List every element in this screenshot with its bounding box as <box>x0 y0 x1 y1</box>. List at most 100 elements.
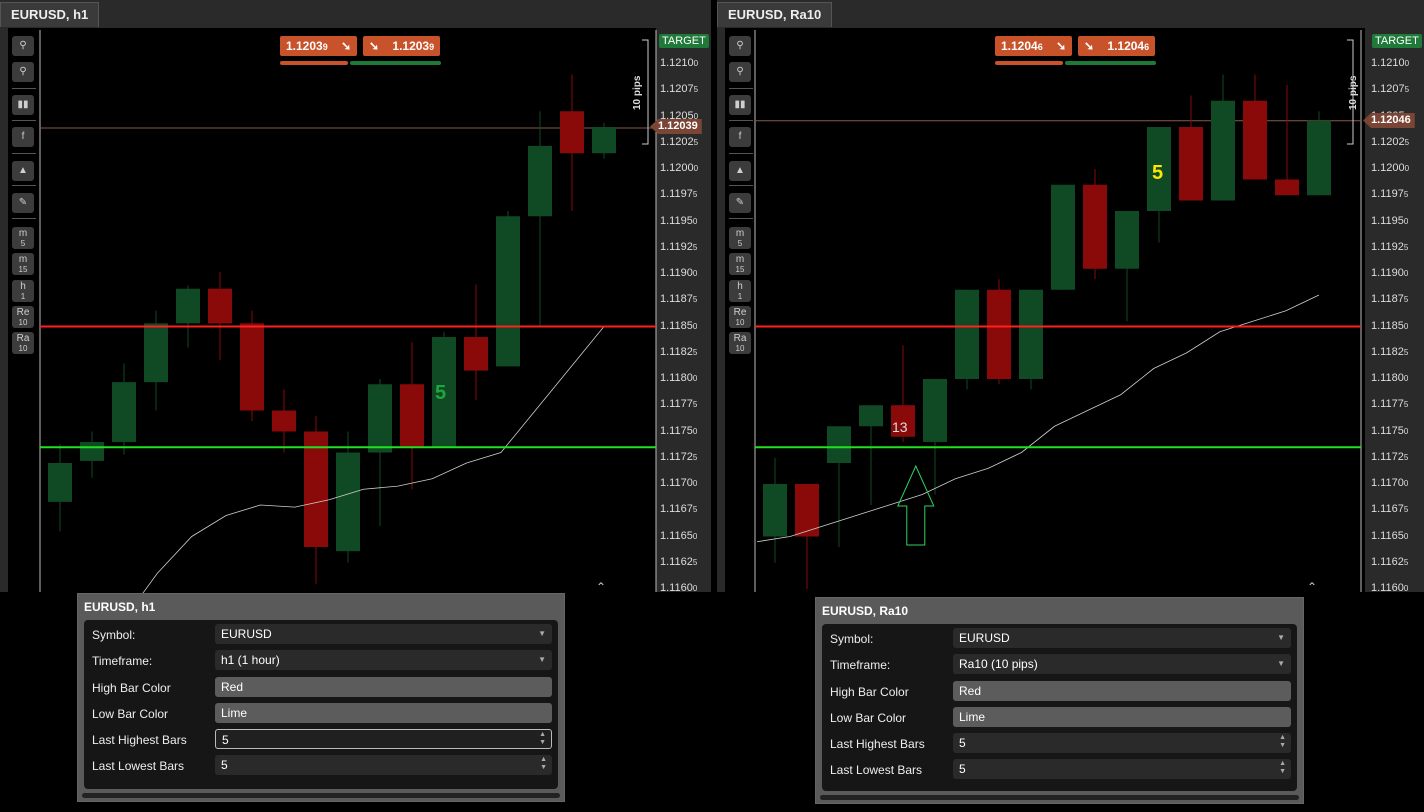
target-button-left[interactable]: TARGET <box>659 34 709 48</box>
price-tick-sub: 0 <box>1404 59 1410 68</box>
price-tick-main: 1.1182 <box>660 345 693 358</box>
price-tick-main: 1.1202 <box>660 135 694 148</box>
setting-select[interactable]: Ra10 (10 pips) ▼ <box>953 654 1291 674</box>
buy-arrow-icon: ➘ <box>369 39 380 53</box>
pips-label-left: 10 pips <box>632 75 643 110</box>
sell-price-button[interactable]: 1.12039 ➘ <box>280 36 358 56</box>
setting-label: High Bar Color <box>830 685 909 699</box>
price-tick-sub: 0 <box>1403 531 1409 541</box>
price-tick-main: 1.1190 <box>1371 267 1404 279</box>
dropdown-arrow-icon: ▼ <box>1277 633 1285 642</box>
setting-label: Symbol: <box>830 632 874 646</box>
candle-bull <box>763 484 787 537</box>
price-tick-label: 1.12000 <box>1371 162 1409 174</box>
price-tick-label: 1.11925 <box>1371 241 1408 253</box>
price-tick-label: 1.11975 <box>1371 188 1408 200</box>
setting-color-field[interactable]: Red <box>215 677 552 697</box>
price-tick-sub: 5 <box>1403 452 1409 462</box>
sell-arrow-icon-right: ➘ <box>1056 39 1067 53</box>
candle-bull <box>368 384 392 453</box>
buy-signal-arrow-icon <box>897 464 935 546</box>
setting-value: Red <box>221 680 244 694</box>
price-tick-sub: 5 <box>693 85 699 95</box>
price-tick-label: 1.12075 <box>1371 83 1409 95</box>
setting-value: EURUSD <box>221 627 272 641</box>
buy-underline-right <box>1065 61 1156 65</box>
sell-price-sub: 9 <box>322 42 328 52</box>
buy-arrow-icon-right: ➘ <box>1084 39 1095 53</box>
candle-bull <box>1307 120 1331 196</box>
panel-scrollbar-right[interactable] <box>820 795 1299 800</box>
setting-value: 5 <box>959 762 966 776</box>
price-tick-main: 1.1210 <box>1371 57 1405 69</box>
indicator-settings-panel-right: EURUSD, Ra10 Symbol: EURUSD ▼ Timeframe: Ra1… <box>815 597 1304 804</box>
price-tick-sub: 0 <box>692 531 698 541</box>
buy-price-sub-right: 6 <box>1144 42 1150 52</box>
setting-value: Lime <box>221 706 248 720</box>
price-tick-label: 1.11625 <box>1371 556 1408 568</box>
collapse-icon-left[interactable]: ⌃ <box>596 580 606 594</box>
price-tick-sub: 0 <box>693 164 699 173</box>
buy-price-button-right[interactable]: ➘ 1.12046 <box>1078 36 1156 56</box>
setting-row: Timeframe: h1 (1 hour) ▼ <box>84 648 558 674</box>
setting-number-input[interactable]: 5 ▲ ▼ <box>215 729 552 749</box>
setting-number-input[interactable]: 5 ▲ ▼ <box>215 755 552 775</box>
price-tick-sub: 5 <box>1403 505 1409 515</box>
candle-bear <box>1243 100 1267 180</box>
setting-value: Lime <box>959 710 986 724</box>
target-button-right[interactable]: TARGET <box>1372 34 1422 48</box>
price-tick-label: 1.11850 <box>1371 320 1408 332</box>
setting-row: Timeframe: Ra10 (10 pips) ▼ <box>822 652 1297 678</box>
setting-number-input[interactable]: 5 ▲ ▼ <box>953 733 1291 753</box>
price-tick-main: 1.1202 <box>1371 135 1405 148</box>
setting-select[interactable]: h1 (1 hour) ▼ <box>215 650 552 670</box>
setting-select[interactable]: EURUSD ▼ <box>953 628 1291 648</box>
price-tick-label: 1.12025 <box>1371 136 1409 148</box>
indicator-settings-panel-left: EURUSD, h1 Symbol: EURUSD ▼ Timeframe: h1 (1… <box>77 593 565 802</box>
setting-value: 5 <box>221 758 228 772</box>
spinner-arrows-icon[interactable]: ▲ ▼ <box>1279 734 1286 750</box>
setting-label: Symbol: <box>92 628 136 642</box>
setting-number-input[interactable]: 5 ▲ ▼ <box>953 759 1291 779</box>
panel-scrollbar-left[interactable] <box>82 793 560 798</box>
setting-row: Last Highest Bars 5 ▲ ▼ <box>84 727 558 753</box>
price-tick-label: 1.11600 <box>1371 582 1408 594</box>
panel-body-left: Symbol: EURUSD ▼ Timeframe: h1 (1 hour) ▼ High… <box>84 620 558 789</box>
price-tick-main: 1.1187 <box>1371 293 1404 306</box>
sell-underline-right <box>995 61 1063 65</box>
collapse-icon-right[interactable]: ⌃ <box>1307 580 1317 594</box>
candle-bear <box>208 288 232 324</box>
panel-title-left: EURUSD, h1 <box>84 600 156 614</box>
spinner-arrows-icon[interactable]: ▲ ▼ <box>1279 760 1286 776</box>
price-tick-sub: 5 <box>692 505 698 515</box>
price-tick-sub: 5 <box>692 347 698 357</box>
buy-price-button[interactable]: ➘ 1.12039 <box>363 36 441 56</box>
price-tick-sub: 5 <box>1404 85 1410 95</box>
price-tick-sub: 0 <box>692 479 698 488</box>
spinner-arrows-icon[interactable]: ▲ ▼ <box>540 756 547 772</box>
price-tick-main: 1.1165 <box>660 529 693 542</box>
price-tick-main: 1.1175 <box>660 424 693 437</box>
setting-select[interactable]: EURUSD ▼ <box>215 624 552 644</box>
candle-bull <box>923 379 947 442</box>
sell-price-button-right[interactable]: 1.12046 ➘ <box>995 36 1073 56</box>
price-tick-label: 1.12100 <box>660 57 698 69</box>
price-tick-label: 1.11775 <box>660 398 697 410</box>
price-tick-label: 1.11700 <box>660 477 697 489</box>
price-tick-main: 1.1210 <box>660 57 694 69</box>
candle-bear <box>240 323 264 411</box>
setting-color-field[interactable]: Red <box>953 681 1291 701</box>
setting-color-field[interactable]: Lime <box>953 707 1291 727</box>
price-tick-main: 1.1195 <box>660 214 693 227</box>
setting-row: High Bar Color Red <box>84 675 558 701</box>
candle-bull <box>1051 184 1075 290</box>
price-tick-main: 1.1170 <box>660 477 693 489</box>
spinner-arrows-icon[interactable]: ▲ ▼ <box>539 731 546 747</box>
setting-color-field[interactable]: Lime <box>215 703 552 723</box>
price-tick-label: 1.12075 <box>660 83 698 95</box>
setting-label: Timeframe: <box>92 654 153 668</box>
candle-bear <box>1275 179 1299 196</box>
price-tick-main: 1.1192 <box>660 240 693 253</box>
setting-value: h1 (1 hour) <box>221 653 280 667</box>
candle-bear <box>464 337 488 371</box>
